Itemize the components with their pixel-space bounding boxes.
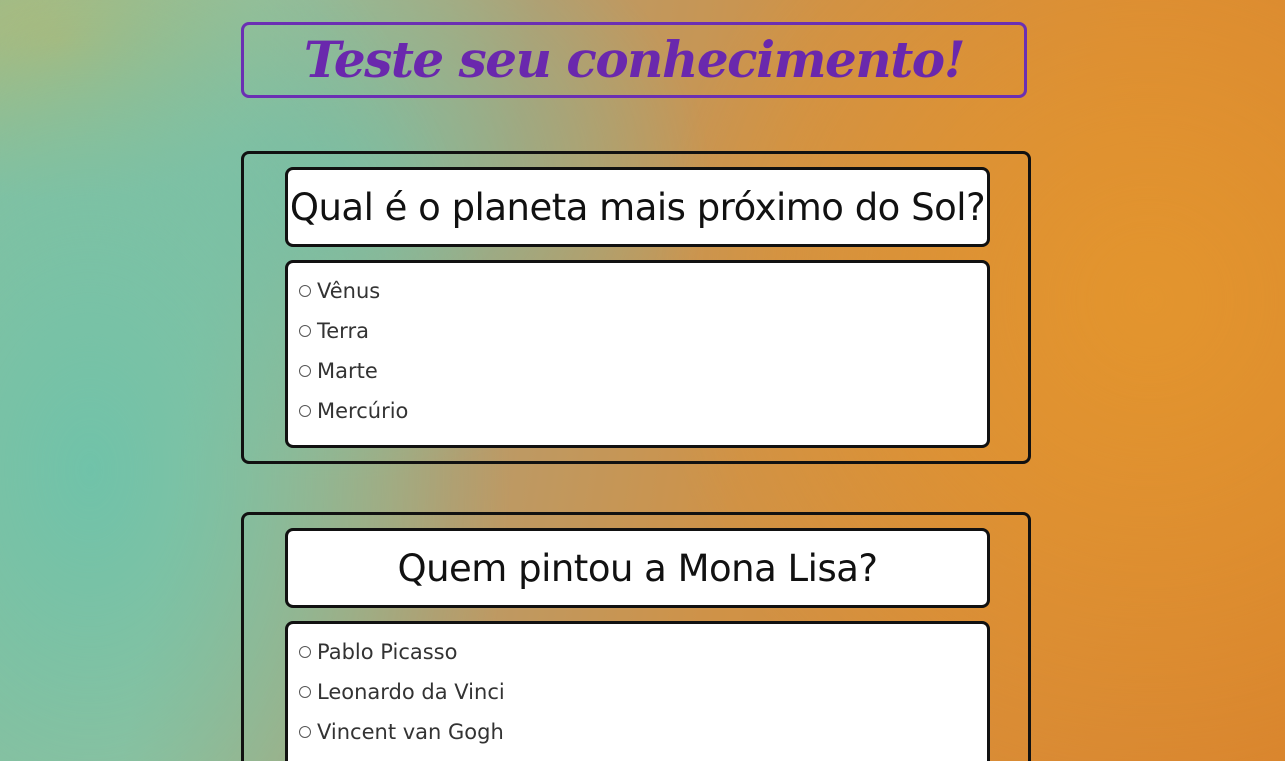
option-label: Mercúrio	[317, 399, 409, 423]
option-label: Marte	[317, 359, 378, 383]
options-list: Pablo Picasso Leonardo da Vinci Vincent …	[285, 621, 990, 761]
question-title: Quem pintou a Mona Lisa?	[285, 528, 990, 608]
option-label: Leonardo da Vinci	[317, 680, 505, 704]
question-title: Qual é o planeta mais próximo do Sol?	[285, 167, 990, 247]
page-title: Teste seu conhecimento!	[303, 30, 966, 89]
option-label: Pablo Picasso	[317, 640, 458, 664]
radio-button[interactable]	[299, 686, 311, 698]
option-vincent-van-gogh[interactable]: Vincent van Gogh	[299, 712, 987, 752]
option-label: Vincent van Gogh	[317, 720, 504, 744]
radio-button[interactable]	[299, 285, 311, 297]
option-leonardo-da-vinci[interactable]: Leonardo da Vinci	[299, 672, 987, 712]
radio-button[interactable]	[299, 405, 311, 417]
option-venus[interactable]: Vênus	[299, 271, 987, 311]
question-card-2: Quem pintou a Mona Lisa? Pablo Picasso L…	[241, 512, 1031, 761]
question-card-1: Qual é o planeta mais próximo do Sol? Vê…	[241, 151, 1031, 464]
option-pablo-picasso[interactable]: Pablo Picasso	[299, 632, 987, 672]
option-mercurio[interactable]: Mercúrio	[299, 391, 987, 431]
radio-button[interactable]	[299, 646, 311, 658]
options-list: Vênus Terra Marte Mercúrio	[285, 260, 990, 448]
option-label: Terra	[317, 319, 369, 343]
option-terra[interactable]: Terra	[299, 311, 987, 351]
radio-button[interactable]	[299, 325, 311, 337]
page-header: Teste seu conhecimento!	[241, 22, 1027, 98]
radio-button[interactable]	[299, 726, 311, 738]
option-label: Vênus	[317, 279, 381, 303]
option-marte[interactable]: Marte	[299, 351, 987, 391]
radio-button[interactable]	[299, 365, 311, 377]
